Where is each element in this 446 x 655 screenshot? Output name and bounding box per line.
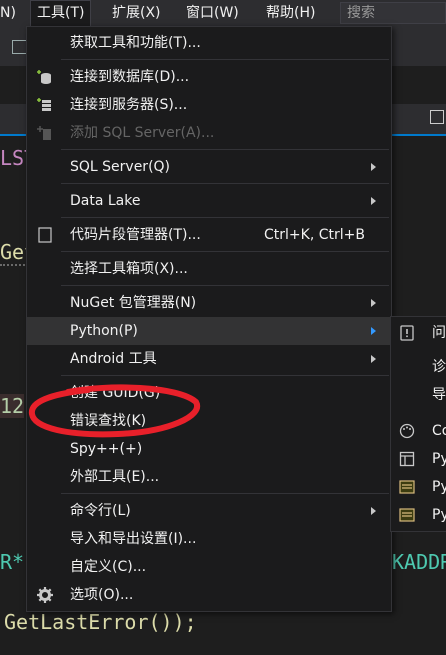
submenu-item[interactable]: Co	[391, 417, 446, 445]
submenu-item[interactable]: 导	[391, 381, 446, 409]
palette-icon	[399, 423, 415, 439]
submenu-arrow-icon	[371, 163, 376, 171]
python-window-icon	[399, 508, 415, 522]
menu-item-snippets[interactable]: 代码片段管理器(T)... Ctrl+K, Ctrl+B	[27, 221, 391, 249]
menu-separator	[61, 375, 389, 376]
python-submenu: 问 诊 导 Co Py Py Py	[390, 316, 446, 532]
code-fragment: GetLastError());	[4, 610, 197, 634]
menu-help[interactable]: 帮助(H)	[266, 0, 315, 26]
menu-item-external-tools[interactable]: 外部工具(E)...	[27, 463, 391, 491]
menu-item-android[interactable]: Android 工具	[27, 345, 391, 373]
submenu-arrow-icon	[371, 197, 376, 205]
menu-item-sql-server[interactable]: SQL Server(Q)	[27, 153, 391, 181]
menu-separator	[61, 149, 389, 150]
red-annotation-circle	[28, 384, 201, 438]
menu-separator	[61, 217, 389, 218]
submenu-item[interactable]: Py	[391, 501, 446, 529]
submenu-arrow-icon	[371, 355, 376, 363]
submenu-arrow-icon	[371, 327, 376, 335]
menu-item-choose-toolbox[interactable]: 选择工具箱项(X)...	[27, 255, 391, 283]
window-icon[interactable]	[430, 110, 444, 124]
code-fragment: 12	[0, 394, 25, 418]
search-input[interactable]: 搜索	[340, 2, 446, 24]
menu-item-data-lake[interactable]: Data Lake	[27, 187, 391, 215]
menu-item-nuget[interactable]: NuGet 包管理器(N)	[27, 289, 391, 317]
submenu-item[interactable]: Py	[391, 445, 446, 473]
code-fragment: R*	[0, 550, 25, 574]
gear-icon	[37, 587, 53, 603]
menu-separator	[61, 285, 389, 286]
menu-separator	[61, 183, 389, 184]
submenu-arrow-icon	[371, 299, 376, 307]
menu-item-connect-server[interactable]: 连接到服务器(S)...	[27, 91, 391, 119]
tools-menu: 获取工具和功能(T)... 连接到数据库(D)... 连接到服务器(S)... …	[26, 26, 392, 612]
menu-separator	[61, 59, 389, 60]
server-icon	[37, 98, 51, 111]
menu-window[interactable]: 窗口(W)	[186, 0, 239, 26]
python-window-icon	[399, 480, 415, 494]
menu-partial[interactable]: N)	[0, 0, 16, 26]
menu-item-command-line[interactable]: 命令行(L)	[27, 497, 391, 525]
menu-item-connect-db[interactable]: 连接到数据库(D)...	[27, 63, 391, 91]
submenu-item[interactable]: 问	[391, 319, 446, 347]
menu-item-options[interactable]: 选项(O)...	[27, 581, 391, 609]
code-fragment: KADDR	[392, 550, 446, 574]
menu-bar: N) 工具(T) 扩展(X) 窗口(W) 帮助(H) 搜索	[0, 0, 446, 26]
menu-separator	[61, 251, 389, 252]
menu-item-python[interactable]: Python(P)	[27, 317, 391, 345]
menu-tools[interactable]: 工具(T)	[30, 0, 92, 26]
snippet-icon	[38, 227, 52, 243]
menu-item-get-tools[interactable]: 获取工具和功能(T)...	[27, 29, 391, 57]
shortcut-text: Ctrl+K, Ctrl+B	[264, 227, 365, 243]
menu-item-import-export[interactable]: 导入和导出设置(I)...	[27, 525, 391, 553]
submenu-item[interactable]: Py	[391, 473, 446, 501]
add-server-icon	[37, 126, 51, 140]
menu-item-add-sql-server: 添加 SQL Server(A)...	[27, 119, 391, 147]
database-icon	[37, 70, 51, 84]
menu-separator	[61, 493, 389, 494]
menu-extensions[interactable]: 扩展(X)	[112, 0, 161, 26]
submenu-item[interactable]: 诊	[391, 353, 446, 381]
window-layout-icon	[399, 451, 415, 467]
menu-item-customize[interactable]: 自定义(C)...	[27, 553, 391, 581]
info-icon	[400, 325, 414, 341]
submenu-arrow-icon	[371, 507, 376, 515]
